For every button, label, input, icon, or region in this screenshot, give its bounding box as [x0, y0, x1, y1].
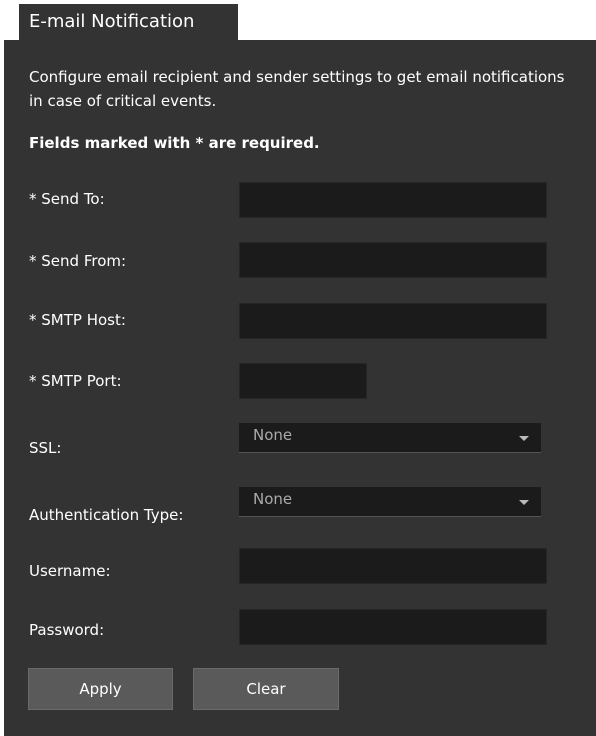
tab-title: E-mail Notification	[29, 11, 195, 32]
chevron-down-icon	[519, 436, 529, 441]
ssl-selected-value: None	[253, 426, 293, 444]
username-input[interactable]	[239, 548, 547, 584]
email-notification-panel: Configure email recipient and sender set…	[4, 40, 596, 736]
password-input[interactable]	[239, 609, 547, 645]
smtp-host-input[interactable]	[239, 303, 547, 339]
tab-email-notification[interactable]: E-mail Notification	[19, 4, 238, 40]
ssl-select[interactable]: None	[239, 423, 541, 453]
clear-button[interactable]: Clear	[193, 668, 339, 710]
username-label: Username:	[29, 562, 111, 580]
password-label: Password:	[29, 621, 105, 639]
smtp-port-label: * SMTP Port:	[29, 372, 122, 390]
auth-type-label: Authentication Type:	[29, 506, 184, 524]
send-to-label: * Send To:	[29, 190, 105, 208]
auth-type-select[interactable]: None	[239, 487, 541, 517]
send-from-input[interactable]	[239, 242, 547, 278]
send-from-label: * Send From:	[29, 252, 127, 270]
ssl-label: SSL:	[29, 439, 62, 457]
auth-type-selected-value: None	[253, 490, 293, 508]
smtp-host-label: * SMTP Host:	[29, 311, 126, 329]
apply-button[interactable]: Apply	[28, 668, 173, 710]
description-text: Configure email recipient and sender set…	[29, 68, 565, 110]
required-note: Fields marked with * are required.	[29, 134, 320, 152]
chevron-down-icon	[519, 500, 529, 505]
send-to-input[interactable]	[239, 182, 547, 218]
smtp-port-input[interactable]	[239, 363, 367, 399]
